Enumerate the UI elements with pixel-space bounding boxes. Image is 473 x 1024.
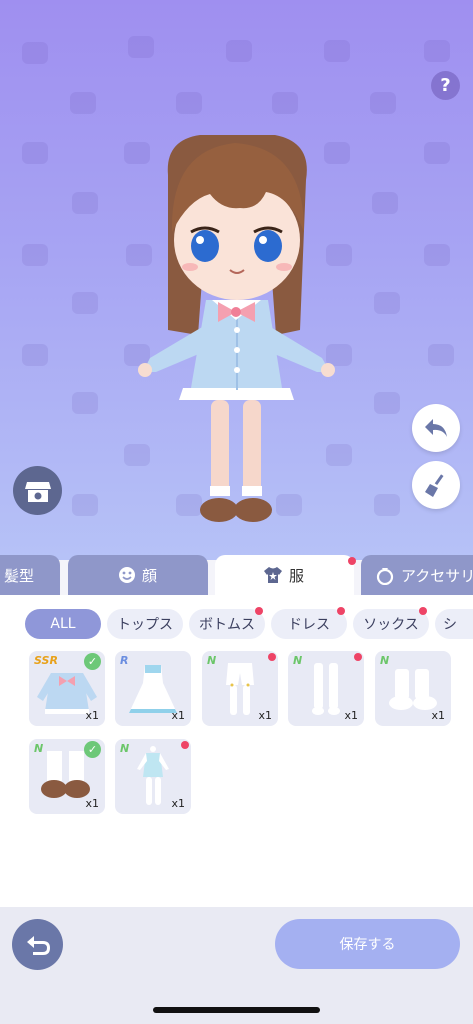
filter-tops-label: トップス [117, 617, 173, 633]
filter-bottoms[interactable]: ボトムス [189, 609, 265, 639]
item-quantity: x1 [171, 709, 185, 722]
new-item-badge [268, 653, 276, 661]
filter-socks-label: ソックス [363, 617, 419, 633]
back-button[interactable] [12, 919, 63, 970]
tab-hair-label: 髪型 [4, 566, 35, 585]
tab-clothes-badge [348, 557, 356, 565]
equipped-check-icon: ✓ [84, 653, 101, 670]
tab-face-label: 顔 [142, 566, 158, 585]
shop-button[interactable] [13, 466, 62, 515]
item-card-white-dress[interactable]: R x1 [115, 651, 191, 726]
category-tabs: 髪型 顔 服 アクセサリ [0, 555, 473, 595]
return-arrow-icon [26, 935, 50, 955]
ring-icon [376, 568, 394, 585]
save-button[interactable]: 保存する [275, 919, 460, 969]
filter-dress[interactable]: ドレス [271, 609, 347, 639]
rarity-label: N [380, 654, 390, 667]
filter-bar: ALL トップス ボトムス ドレス ソックス シ [0, 609, 473, 639]
item-quantity: x1 [85, 709, 99, 722]
rarity-label: N [293, 654, 303, 667]
help-button[interactable]: ? [431, 71, 460, 100]
item-quantity: x1 [85, 797, 99, 810]
filter-socks-badge [419, 607, 427, 615]
item-quantity: x1 [431, 709, 445, 722]
item-card-blue-jacket[interactable]: SSR ✓ x1 [29, 651, 105, 726]
rarity-label: N [207, 654, 217, 667]
tab-accessories-label: アクセサリ [401, 566, 473, 585]
filter-socks[interactable]: ソックス [353, 609, 429, 639]
rarity-label: R [120, 654, 129, 667]
undo-button[interactable] [412, 404, 460, 452]
item-card-white-shoes[interactable]: N x1 [375, 651, 451, 726]
rarity-label: N [120, 742, 130, 755]
filter-all-label: ALL [50, 616, 76, 632]
new-item-badge [181, 741, 189, 749]
bottom-bar: 保存する [0, 907, 473, 1024]
tab-hair[interactable]: 髪型 [0, 555, 60, 595]
filter-dress-badge [337, 607, 345, 615]
filter-bottoms-label: ボトムス [199, 617, 255, 633]
character-stage: ? [0, 0, 473, 560]
item-panel: ALL トップス ボトムス ドレス ソックス シ SSR ✓ x1 R x1 N… [0, 595, 473, 907]
home-indicator [153, 1007, 320, 1013]
shop-icon [24, 481, 51, 502]
equipped-check-icon: ✓ [84, 741, 101, 758]
clear-outfit-button[interactable] [412, 461, 460, 509]
item-quantity: x1 [258, 709, 272, 722]
item-card-brown-shoes[interactable]: N ✓ x1 [29, 739, 105, 814]
filter-shoes-label: シ [443, 617, 457, 633]
broom-icon [425, 474, 444, 497]
filter-bottoms-badge [255, 607, 263, 615]
item-quantity: x1 [171, 797, 185, 810]
shirt-icon [264, 567, 282, 583]
item-card-white-socks[interactable]: N x1 [288, 651, 364, 726]
tab-clothes[interactable]: 服 [215, 555, 356, 595]
filter-tops[interactable]: トップス [107, 609, 183, 639]
item-card-light-blue-dress[interactable]: N x1 [115, 739, 191, 814]
rarity-label: N [34, 742, 44, 755]
tab-clothes-label: 服 [289, 566, 305, 585]
filter-all[interactable]: ALL [25, 609, 101, 639]
tab-accessories[interactable]: アクセサリ [361, 555, 473, 595]
rarity-label: SSR [34, 654, 58, 667]
undo-arrow-icon [425, 419, 447, 437]
filter-dress-label: ドレス [288, 617, 330, 633]
tab-face[interactable]: 顔 [68, 555, 208, 595]
filter-shoes[interactable]: シ [435, 609, 473, 639]
item-quantity: x1 [344, 709, 358, 722]
item-card-white-shorts[interactable]: N x1 [202, 651, 278, 726]
avatar-character [138, 135, 335, 522]
face-icon [119, 567, 135, 583]
new-item-badge [354, 653, 362, 661]
